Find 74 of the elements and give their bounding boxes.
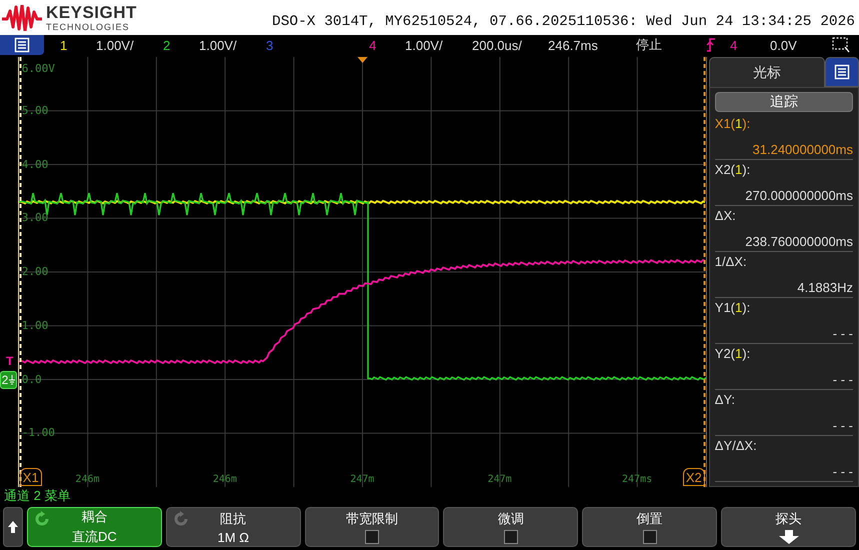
- ground-icon: [9, 374, 16, 384]
- menu-icon: [834, 64, 850, 80]
- readout-label: Y2(1):: [714, 346, 750, 361]
- readout-label: 1/ΔX:: [714, 254, 747, 269]
- readout-value: - - -: [832, 372, 853, 387]
- checkbox[interactable]: [642, 530, 657, 544]
- softkey[interactable]: 阻抗 1M Ω: [166, 507, 301, 547]
- voltage-label: 6.00V: [22, 62, 55, 75]
- voltage-label: -1.00: [22, 426, 55, 440]
- checkbox[interactable]: [365, 530, 380, 544]
- down-arrow-icon: [778, 530, 799, 544]
- zoom-box-icon[interactable]: [832, 37, 850, 53]
- cursor-label[interactable]: X1: [20, 468, 42, 486]
- readout-label: ΔX:: [714, 208, 736, 223]
- readout-value: 31.240000000ms: [752, 142, 853, 157]
- channel-scale[interactable]: 1.00V/: [199, 38, 237, 52]
- readout-label: X1(1):: [714, 116, 750, 131]
- readout-value: 270.000000000ms: [745, 188, 853, 203]
- trigger-position-marker[interactable]: [357, 57, 368, 63]
- readout-value: - - -: [832, 464, 853, 479]
- checkbox[interactable]: [504, 530, 518, 544]
- channel-number[interactable]: 4: [369, 38, 405, 52]
- instrument-info: DSO-X 3014T, MY62510524, 07.66.2025110536: Wed Jun 24 13:34:25 2026: [272, 14, 855, 32]
- voltage-label: 1.00: [22, 318, 48, 332]
- rising-edge-icon: [706, 37, 716, 53]
- voltage-label: 0.0: [22, 372, 42, 386]
- readout-value: 4.1883Hz: [797, 280, 853, 295]
- panel-menu-button[interactable]: [825, 57, 859, 87]
- time-label: 246m: [212, 474, 238, 485]
- rotate-icon: [34, 511, 50, 527]
- up-arrow-icon: [8, 521, 18, 533]
- time-label: 246m: [74, 474, 101, 485]
- panel-tab[interactable]: 光标: [708, 57, 825, 87]
- softkey[interactable]: 探头: [721, 507, 856, 547]
- ground-marker[interactable]: 2: [0, 370, 17, 388]
- channel-number[interactable]: 1: [60, 38, 96, 52]
- rotate-icon: [172, 511, 189, 527]
- brand-name: KEYSIGHT: [46, 4, 137, 20]
- cursor-line[interactable]: [703, 57, 706, 487]
- readout-value: - - -: [832, 418, 853, 433]
- trigger-level[interactable]: 0.0V: [770, 38, 830, 52]
- readout-value: 238.760000000ms: [745, 234, 853, 249]
- readout-label: Y1(1):: [714, 300, 750, 315]
- channel-scale[interactable]: 1.00V/: [405, 38, 443, 52]
- trigger-source[interactable]: 4: [730, 38, 770, 52]
- track-button[interactable]: 追踪: [714, 92, 853, 112]
- readout-value: - - -: [832, 326, 853, 341]
- menu-icon: [14, 37, 30, 53]
- menu-title: 通道 2 菜单: [4, 487, 70, 505]
- channel-scale[interactable]: 1.00V/: [96, 38, 134, 52]
- logo-wave-icon: [2, 4, 42, 30]
- softkey[interactable]: 耦合 直流DC: [27, 507, 162, 547]
- voltage-label: 4.00: [22, 158, 48, 170]
- brand-subtitle: TECHNOLOGIES: [46, 22, 131, 32]
- voltage-label: 5.00: [22, 104, 48, 117]
- trigger-level-marker[interactable]: T: [6, 354, 14, 368]
- time-label: 247m: [349, 474, 376, 485]
- time-label: 247m: [486, 474, 513, 485]
- channel-number[interactable]: 2: [163, 38, 199, 52]
- softkey[interactable]: 带宽限制: [304, 507, 440, 547]
- readout-label: ΔY:: [714, 392, 736, 407]
- readout-label: X2(1):: [714, 162, 750, 177]
- run-state[interactable]: 停止: [636, 36, 706, 54]
- cursor-label[interactable]: X2: [682, 468, 705, 486]
- readout-label: ΔY/ΔX:: [714, 438, 757, 453]
- main-menu-button[interactable]: [0, 35, 44, 55]
- voltage-label: 2.00: [22, 265, 48, 278]
- time-label: 247ms: [621, 474, 654, 485]
- back-button[interactable]: [3, 507, 23, 547]
- voltage-label: 3.00: [22, 211, 48, 224]
- softkey[interactable]: 微调: [443, 507, 578, 547]
- timebase[interactable]: 200.0us/: [472, 38, 548, 52]
- delay[interactable]: 246.7ms: [548, 38, 636, 52]
- softkey[interactable]: 倒置: [582, 507, 718, 547]
